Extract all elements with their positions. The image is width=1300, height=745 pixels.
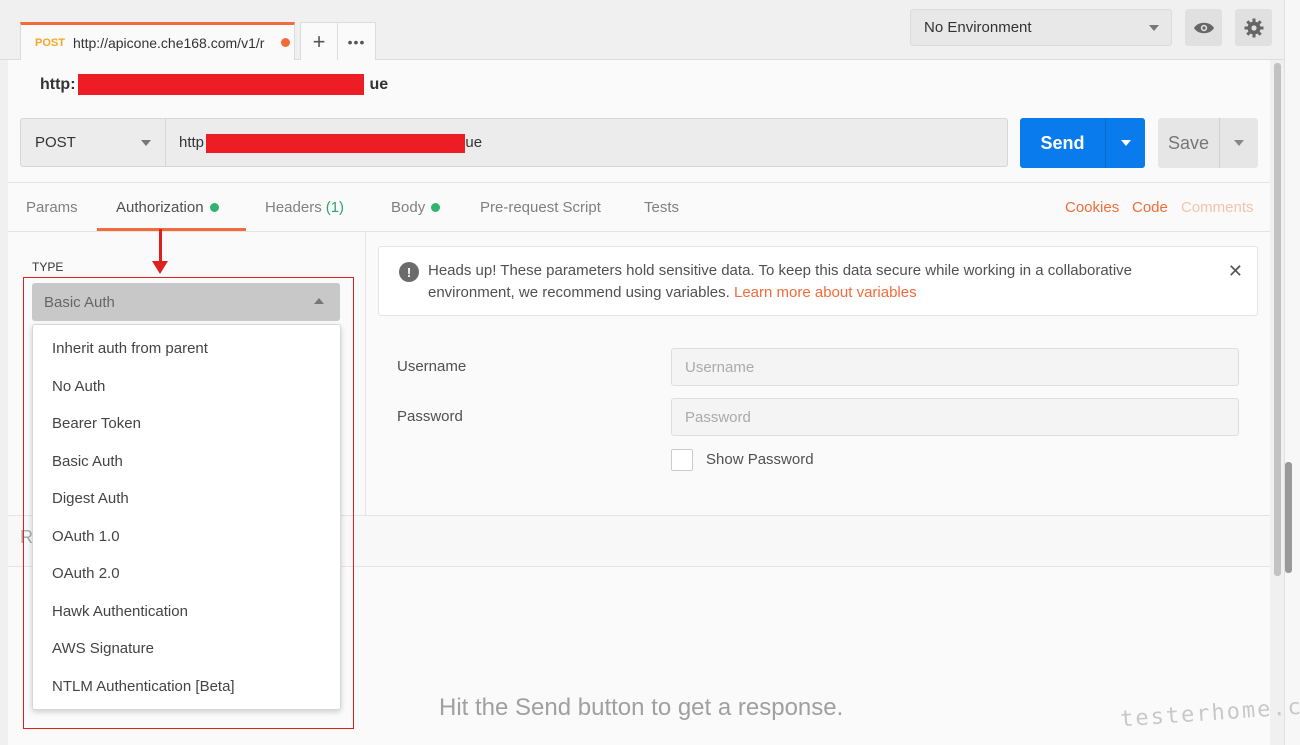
auth-option[interactable]: OAuth 1.0 — [33, 518, 340, 556]
auth-type-dropdown: Inherit auth from parent No Auth Bearer … — [32, 324, 341, 710]
auth-option[interactable]: Inherit auth from parent — [33, 330, 340, 368]
unsaved-dot-icon — [280, 38, 290, 47]
learn-more-variables-link[interactable]: Learn more about variables — [734, 284, 917, 301]
tab-body[interactable]: Body — [391, 183, 441, 232]
chevron-up-icon — [314, 298, 324, 304]
url-input-prefix: http — [179, 134, 205, 151]
tab-tests[interactable]: Tests — [644, 183, 679, 232]
auth-option[interactable]: No Auth — [33, 368, 340, 406]
tab-prerequest-script[interactable]: Pre-request Script — [480, 183, 601, 232]
alert-text: Heads up! These parameters hold sensitiv… — [428, 260, 1198, 304]
active-tab-underline — [97, 228, 246, 231]
auth-option[interactable]: OAuth 2.0 — [33, 555, 340, 593]
code-link[interactable]: Code — [1132, 183, 1168, 232]
request-title-prefix: http: — [40, 76, 76, 93]
chevron-down-icon — [1149, 25, 1159, 31]
pane-divider — [365, 232, 366, 515]
eye-icon — [1193, 22, 1214, 33]
request-tab-url: http://apicone.che168.com/v1/r — [72, 34, 265, 51]
auth-option[interactable]: Digest Auth — [33, 480, 340, 518]
scrollbar-thumb[interactable] — [1274, 63, 1281, 576]
request-tab-method: POST — [35, 36, 65, 49]
show-password-checkbox[interactable] — [671, 449, 693, 471]
environment-quick-look-button[interactable] — [1185, 9, 1222, 46]
username-label: Username — [397, 358, 467, 375]
tab-headers-label: Headers — [265, 199, 322, 216]
outer-scrollbar-track — [1284, 0, 1300, 745]
request-subtabs: Params Authorization Headers (1) Body Pr… — [8, 182, 1270, 232]
tab-authorization[interactable]: Authorization — [116, 183, 219, 232]
method-select-value: POST — [35, 134, 76, 151]
auth-option[interactable]: Basic Auth — [33, 443, 340, 481]
username-field[interactable] — [671, 348, 1239, 386]
tab-headers-count: (1) — [325, 199, 345, 216]
tab-params[interactable]: Params — [26, 183, 78, 232]
postman-window: POST http://apicone.che168.com/v1/r + ••… — [0, 0, 1300, 745]
tab-headers[interactable]: Headers (1) — [265, 183, 344, 232]
caret-down-icon — [1120, 140, 1131, 146]
close-icon[interactable]: ✕ — [1228, 261, 1243, 282]
environment-select[interactable]: No Environment — [910, 9, 1172, 46]
tab-bar: POST http://apicone.che168.com/v1/r + ••… — [0, 0, 1300, 60]
annotation-arrow-head-icon — [152, 261, 168, 274]
environment-select-value: No Environment — [924, 19, 1032, 36]
tab-tests-label: Tests — [644, 199, 680, 216]
sensitive-data-alert: ! Heads up! These parameters hold sensit… — [378, 246, 1258, 316]
tab-authorization-label: Authorization — [116, 199, 204, 216]
status-dot-icon — [431, 203, 441, 212]
redaction-bar — [78, 74, 364, 95]
auth-type-select-value: Basic Auth — [44, 293, 115, 311]
auth-type-select[interactable]: Basic Auth — [32, 283, 340, 321]
send-button-label: Send — [1020, 118, 1106, 168]
redaction-bar — [206, 134, 465, 153]
tab-params-label: Params — [26, 199, 78, 216]
send-options-button[interactable] — [1106, 118, 1145, 168]
cookies-link[interactable]: Cookies — [1065, 183, 1119, 232]
caret-down-icon — [1234, 140, 1244, 146]
auth-option[interactable]: Bearer Token — [33, 405, 340, 443]
show-password-label: Show Password — [706, 451, 814, 468]
empty-response-message: Hit the Send button to get a response. — [439, 694, 844, 721]
save-options-button[interactable] — [1220, 118, 1258, 168]
save-button-label: Save — [1158, 118, 1220, 168]
request-panel: http: ue POST http lue Send Save Params … — [8, 60, 1270, 745]
password-field[interactable] — [671, 398, 1239, 436]
url-input-suffix: lue — [462, 134, 483, 151]
password-label: Password — [397, 408, 463, 425]
more-tabs-button[interactable]: ••• — [338, 23, 375, 60]
tab-body-label: Body — [391, 199, 426, 216]
outer-scrollbar-thumb[interactable] — [1285, 462, 1292, 573]
new-tab-button[interactable]: + — [301, 23, 338, 60]
send-button[interactable]: Send — [1020, 118, 1145, 168]
annotation-arrow — [159, 229, 162, 264]
tab-prerequest-label: Pre-request Script — [480, 199, 601, 216]
manage-environments-button[interactable] — [1235, 9, 1272, 46]
request-tab[interactable]: POST http://apicone.che168.com/v1/r — [20, 22, 295, 60]
auth-option[interactable]: Hawk Authentication — [33, 593, 340, 631]
method-select[interactable]: POST — [20, 118, 166, 167]
chevron-down-icon — [141, 140, 151, 146]
status-dot-icon — [209, 203, 219, 212]
info-icon: ! — [399, 262, 419, 282]
auth-option[interactable]: NTLM Authentication [Beta] — [33, 668, 340, 706]
save-button[interactable]: Save — [1158, 118, 1258, 168]
request-title-suffix: ue — [369, 76, 389, 93]
comments-link[interactable]: Comments — [1181, 183, 1254, 232]
gear-icon — [1244, 18, 1263, 37]
tab-actions: + ••• — [300, 22, 376, 60]
auth-option[interactable]: AWS Signature — [33, 630, 340, 668]
auth-type-label: TYPE — [32, 260, 64, 274]
